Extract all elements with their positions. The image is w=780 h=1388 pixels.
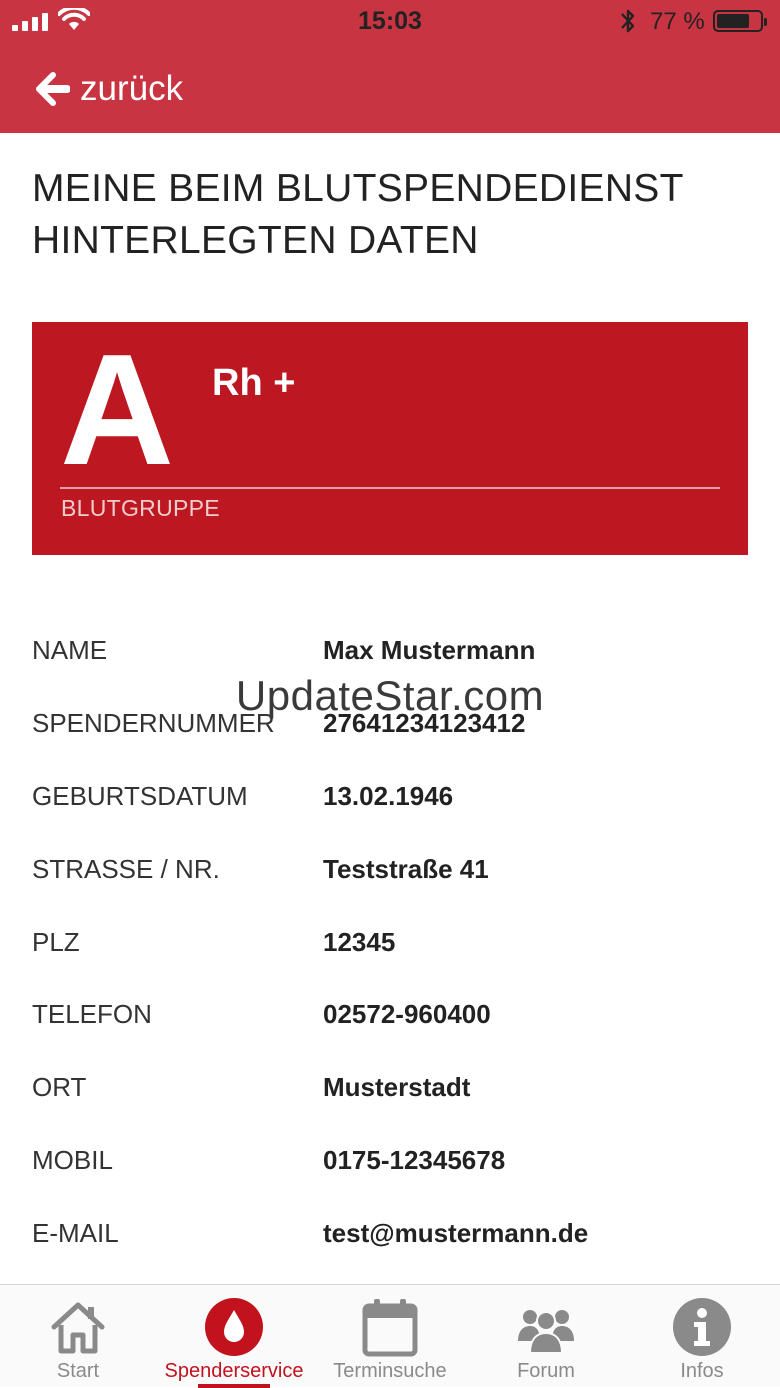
field-value: 13.02.1946 xyxy=(323,780,454,811)
back-label: zurück xyxy=(80,69,184,108)
field-label: TELEFON xyxy=(32,999,152,1030)
battery-level xyxy=(717,14,749,28)
tab-label: Spenderservice xyxy=(164,1360,304,1382)
tab-start[interactable]: Start xyxy=(0,1285,156,1388)
tab-forum[interactable]: Forum xyxy=(468,1285,624,1388)
tab-infos[interactable]: Infos xyxy=(624,1285,780,1388)
calendar-icon xyxy=(362,1299,418,1357)
data-row-phone: TELEFON 02572-960400 xyxy=(32,978,752,1051)
data-row-email: E-MAIL test@mustermann.de xyxy=(32,1197,752,1270)
info-icon xyxy=(673,1298,731,1356)
blood-group-card: A Rh + BLUTGRUPPE xyxy=(32,322,748,555)
blood-group-label: BLUTGRUPPE xyxy=(61,495,220,521)
tab-label: Start xyxy=(56,1360,100,1382)
field-value: test@mustermann.de xyxy=(323,1218,589,1249)
tab-terminsuche[interactable]: Terminsuche xyxy=(312,1285,468,1388)
tab-label: Infos xyxy=(680,1360,724,1382)
field-label: MOBIL xyxy=(32,1145,113,1176)
data-row-zip: PLZ 12345 xyxy=(32,906,752,979)
field-value: 02572-960400 xyxy=(323,999,491,1030)
data-row-mobile: MOBIL 0175-12345678 xyxy=(32,1124,752,1197)
data-row-street: STRASSE / NR. Teststraße 41 xyxy=(32,833,752,906)
page-title: MEINE BEIM BLUTSPENDEDIENST HINTERLEGTEN… xyxy=(32,167,684,262)
field-label: PLZ xyxy=(32,926,80,957)
blood-group-letter: A xyxy=(60,322,175,498)
tab-label: Terminsuche xyxy=(333,1360,447,1382)
arrow-left-icon xyxy=(36,72,70,106)
field-value: 27641234123412 xyxy=(323,707,526,738)
back-button[interactable]: zurück xyxy=(36,66,183,112)
group-icon xyxy=(518,1310,574,1354)
rhesus-factor: Rh + xyxy=(212,362,296,404)
data-row-donor-number: SPENDERNUMMER 27641234123412 xyxy=(32,687,752,760)
field-value: Teststraße 41 xyxy=(323,853,489,884)
field-label: SPENDERNUMMER xyxy=(32,707,275,738)
battery-icon xyxy=(713,10,767,32)
data-row-city: ORT Musterstadt xyxy=(32,1051,752,1124)
data-row-name: NAME Max Mustermann xyxy=(32,614,752,687)
app-header: 15:03 77 % zurück xyxy=(0,0,780,133)
donor-data-list: NAME Max Mustermann SPENDERNUMMER 276412… xyxy=(32,614,752,1270)
field-label: NAME xyxy=(32,634,108,665)
tab-spenderservice[interactable]: Spenderservice xyxy=(156,1285,312,1388)
tab-label: Forum xyxy=(517,1360,575,1382)
field-label: E-MAIL xyxy=(32,1218,119,1249)
blood-drop-icon xyxy=(205,1298,263,1356)
tab-bar: Start Spenderservice Terminsuche Forum I… xyxy=(0,1284,780,1388)
status-bar: 15:03 77 % xyxy=(0,0,780,44)
field-label: STRASSE / NR. xyxy=(32,853,220,884)
bluetooth-icon xyxy=(621,9,635,33)
field-value: 12345 xyxy=(323,926,396,957)
home-icon xyxy=(51,1302,105,1354)
divider xyxy=(60,487,720,489)
field-value: Musterstadt xyxy=(323,1072,471,1103)
battery-percentage: 77 % xyxy=(650,8,705,35)
field-label: ORT xyxy=(32,1072,87,1103)
field-value: Max Mustermann xyxy=(323,634,536,665)
field-label: GEBURTSDATUM xyxy=(32,780,248,811)
active-tab-indicator xyxy=(198,1384,270,1388)
field-value: 0175-12345678 xyxy=(323,1145,506,1176)
data-row-birthdate: GEBURTSDATUM 13.02.1946 xyxy=(32,760,752,833)
